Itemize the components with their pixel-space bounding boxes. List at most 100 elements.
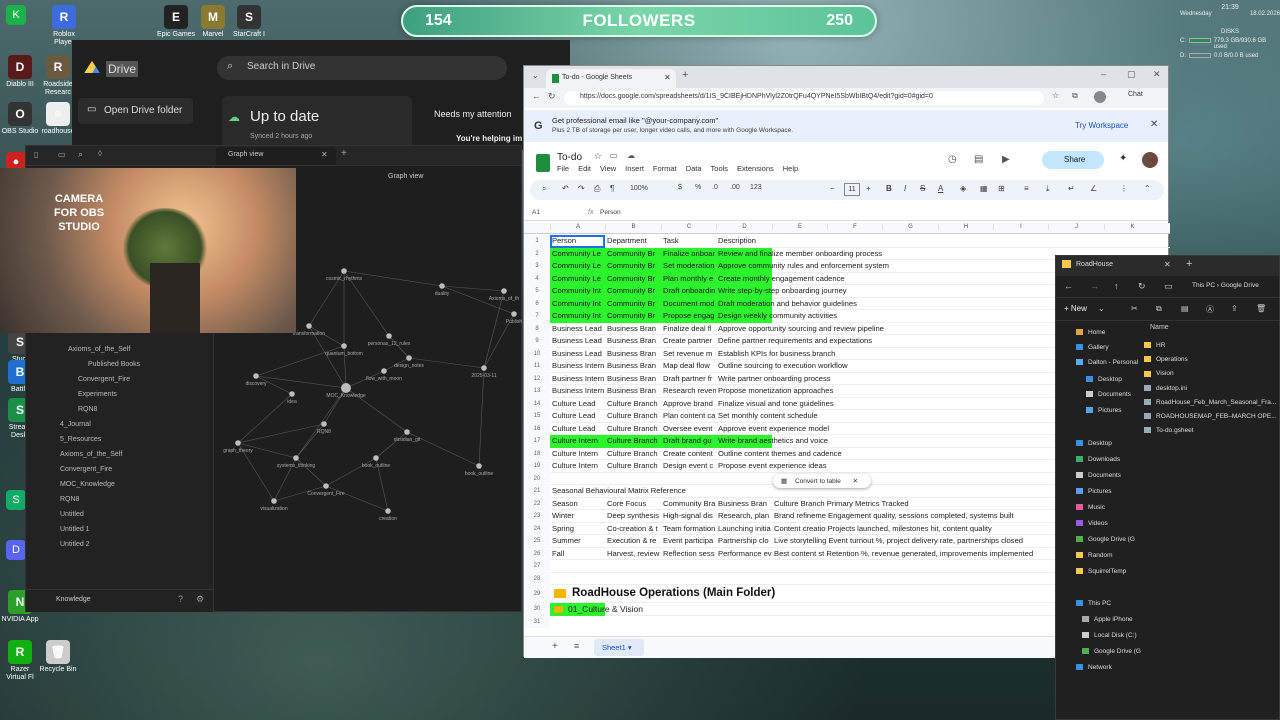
- row-number[interactable]: 8: [524, 322, 550, 335]
- more-tools-icon[interactable]: ⋮: [1120, 184, 1128, 193]
- nav-item-gallery[interactable]: Gallery: [1076, 344, 1109, 351]
- graph-node[interactable]: [406, 355, 412, 361]
- meet-icon[interactable]: ▶: [1002, 154, 1010, 165]
- column-header[interactable]: C: [661, 224, 716, 230]
- all-sheets-icon[interactable]: ≡: [574, 641, 579, 651]
- gear-icon[interactable]: ⚙: [196, 594, 204, 605]
- table-cell[interactable]: Community Int: [552, 298, 605, 311]
- doc-title[interactable]: To-do: [557, 152, 582, 163]
- decrease-font-icon[interactable]: −: [830, 184, 835, 193]
- menu-help[interactable]: Help: [783, 164, 798, 173]
- column-header[interactable]: K: [1104, 224, 1160, 230]
- move-icon[interactable]: ▭: [610, 151, 618, 160]
- table-cell[interactable]: [663, 573, 716, 586]
- table-cell[interactable]: Write brand aesthetics and voice: [718, 435, 828, 448]
- close-window-icon[interactable]: ✕: [1153, 69, 1161, 80]
- graph-node[interactable]: [306, 323, 312, 329]
- table-cell[interactable]: Approve opportunity sourcing and review …: [718, 323, 884, 336]
- menu-extensions[interactable]: Extensions: [737, 164, 774, 173]
- row-number[interactable]: 3: [524, 260, 550, 273]
- row-number[interactable]: 11: [524, 360, 550, 373]
- table-cell[interactable]: Business Bran: [607, 385, 661, 398]
- table-cell[interactable]: Culture Branch: [607, 460, 661, 473]
- row-number[interactable]: 5: [524, 285, 550, 298]
- table-cell[interactable]: Design weekly community activities: [718, 310, 837, 323]
- table-cell[interactable]: Live storytelling Event turnout %, proje…: [774, 535, 1023, 548]
- table-cell[interactable]: Document mod: [663, 298, 716, 311]
- table-cell[interactable]: Map deal flow: [663, 360, 716, 373]
- table-cell[interactable]: Write partner onboarding process: [718, 373, 831, 386]
- extensions-icon[interactable]: ⧉: [1072, 91, 1078, 101]
- table-cell[interactable]: Culture Intern: [552, 448, 605, 461]
- table-cell[interactable]: Community Bra: [663, 498, 716, 511]
- minimize-icon[interactable]: –: [1101, 69, 1106, 79]
- file-tree-item[interactable]: 5_Resources: [60, 436, 101, 443]
- table-cell[interactable]: Community Le: [552, 273, 605, 286]
- table-cell[interactable]: Write step-by-step onboarding journey: [718, 285, 847, 298]
- file-tree-item[interactable]: Untitled 2: [60, 541, 90, 548]
- menu-data[interactable]: Data: [686, 164, 702, 173]
- table-cell[interactable]: Co-creation & t: [607, 523, 661, 536]
- table-cell[interactable]: Plan content ca: [663, 410, 716, 423]
- row-number[interactable]: 25: [524, 535, 550, 548]
- graph-node[interactable]: [323, 483, 329, 489]
- table-cell[interactable]: Approve event experience model: [718, 423, 829, 436]
- valign-icon[interactable]: ⤓: [1046, 184, 1050, 194]
- table-cell[interactable]: Culture Branch Primary Metrics Tracked: [774, 498, 909, 511]
- refresh-icon[interactable]: ↻: [1138, 281, 1146, 292]
- rename-icon[interactable]: Ⓐ: [1206, 304, 1214, 315]
- table-cell[interactable]: Task: [663, 235, 716, 248]
- bookmark-star-icon[interactable]: ☆: [1052, 91, 1059, 100]
- row-number[interactable]: 30: [524, 603, 550, 616]
- table-cell[interactable]: Fall: [552, 548, 605, 561]
- graph-node[interactable]: [476, 463, 482, 469]
- italic-icon[interactable]: I: [904, 184, 906, 193]
- close-chip-icon[interactable]: ✕: [853, 478, 858, 485]
- table-cell[interactable]: Draft onboardin: [663, 285, 716, 298]
- row-number[interactable]: 31: [524, 615, 550, 628]
- table-cell[interactable]: Business Lead: [552, 348, 605, 361]
- table-cell[interactable]: Business Bran: [607, 335, 661, 348]
- table-cell[interactable]: Core Focus: [607, 498, 661, 511]
- table-cell[interactable]: Community Br: [607, 248, 661, 261]
- graph-node[interactable]: [381, 368, 387, 374]
- reload-icon[interactable]: ↻: [548, 91, 556, 102]
- font-size-input[interactable]: 11: [844, 183, 860, 196]
- close-tab-icon[interactable]: ✕: [1164, 260, 1171, 269]
- graph-node[interactable]: [321, 421, 327, 427]
- file-row[interactable]: HR: [1144, 342, 1165, 349]
- table-cell[interactable]: Finalize deal fl: [663, 323, 716, 336]
- table-cell[interactable]: Culture Lead: [552, 423, 605, 436]
- chat-button[interactable]: Chat: [1128, 91, 1143, 98]
- graph-node[interactable]: [404, 429, 410, 435]
- file-row[interactable]: RoadHouse_Feb_March_Seasonal_Fra...: [1144, 399, 1276, 406]
- nav-item-squirreltemp[interactable]: SquirrelTemp: [1076, 568, 1126, 575]
- file-tree-item[interactable]: MOC_Knowledge: [60, 481, 115, 488]
- table-cell[interactable]: Outline content themes and cadence: [718, 448, 842, 461]
- table-cell[interactable]: Propose monetization approaches: [718, 385, 833, 398]
- table-cell[interactable]: Culture Branch: [607, 423, 661, 436]
- column-header[interactable]: H: [938, 224, 993, 230]
- desktop-icon-epic-games[interactable]: E Epic Games: [156, 5, 196, 39]
- row-number[interactable]: 6: [524, 297, 550, 310]
- table-cell[interactable]: Community Br: [607, 260, 661, 273]
- convert-to-table-chip[interactable]: ▦ Convert to table ✕: [773, 474, 871, 488]
- nav-item-network[interactable]: Network: [1076, 664, 1112, 671]
- row-number[interactable]: 13: [524, 385, 550, 398]
- graph-node[interactable]: [511, 311, 517, 317]
- collapse-toolbar-icon[interactable]: ⌃: [1144, 184, 1151, 193]
- share-icon[interactable]: ⇪: [1231, 304, 1238, 313]
- table-cell[interactable]: Launching initia: [718, 523, 771, 536]
- file-tree-item[interactable]: RQN8: [60, 496, 79, 503]
- close-tab-icon[interactable]: ✕: [664, 73, 671, 82]
- table-cell[interactable]: Brand refineme Engagement quality, sessi…: [774, 510, 1014, 523]
- table-cell[interactable]: [552, 573, 605, 586]
- column-header[interactable]: E: [772, 224, 827, 230]
- more-formats-icon[interactable]: 123: [750, 184, 762, 191]
- table-cell[interactable]: [607, 560, 661, 573]
- share-button[interactable]: Share: [1042, 151, 1104, 169]
- column-header[interactable]: G: [882, 224, 938, 230]
- table-cell[interactable]: Draft moderation and behavior guidelines: [718, 298, 857, 311]
- table-cell[interactable]: Business Lead: [552, 335, 605, 348]
- table-cell[interactable]: Business Bran: [607, 323, 661, 336]
